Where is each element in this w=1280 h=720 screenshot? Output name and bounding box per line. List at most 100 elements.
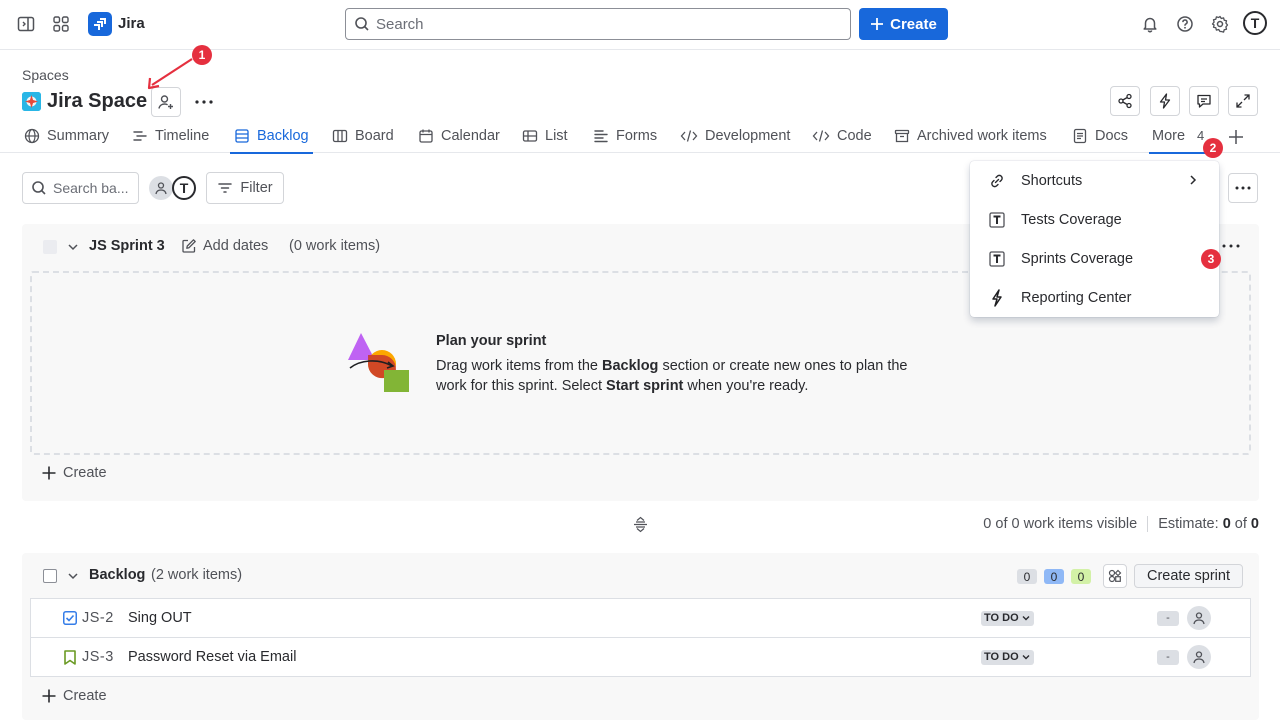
annotation-arrow — [140, 56, 200, 92]
menu-item-sprints-coverage[interactable]: Sprints Coverage — [970, 239, 1219, 278]
automation-button[interactable] — [1150, 86, 1180, 116]
feedback-button[interactable] — [1189, 86, 1219, 116]
todo-count-badge: 0 — [1017, 569, 1037, 584]
app-name[interactable]: Jira — [118, 15, 145, 32]
chevron-down-icon — [1021, 613, 1031, 623]
backlog-select-checkbox[interactable] — [43, 569, 57, 583]
app-switcher-icon[interactable] — [45, 8, 77, 40]
backlog-icon — [234, 128, 250, 144]
sprint-create-button[interactable]: Create — [41, 465, 107, 481]
tab-label: Summary — [47, 128, 110, 144]
docs-icon — [1072, 128, 1088, 144]
create-sprint-button[interactable]: Create sprint — [1134, 564, 1243, 588]
tab-backlog[interactable]: Backlog — [230, 128, 313, 154]
tab-forms[interactable]: Forms — [593, 128, 657, 153]
jira-logo-icon[interactable] — [88, 12, 112, 36]
resize-handle-icon[interactable] — [632, 516, 649, 533]
add-tab-plus-icon[interactable] — [1227, 128, 1245, 146]
filter-button[interactable]: Filter — [206, 172, 284, 204]
sprint-name[interactable]: JS Sprint 3 — [89, 238, 165, 254]
estimation-settings-button[interactable] — [1103, 564, 1127, 588]
tab-summary[interactable]: Summary — [24, 128, 109, 153]
help-icon[interactable] — [1169, 8, 1201, 40]
task-icon — [63, 611, 77, 625]
expand-icon — [1235, 93, 1251, 109]
plan-sprint-description: Drag work items from the Backlog section… — [436, 356, 936, 396]
share-icon — [1117, 93, 1133, 109]
table-row[interactable]: JS-3 Password Reset via Email TO DO - — [30, 637, 1251, 677]
fullscreen-button[interactable] — [1228, 86, 1258, 116]
tab-list[interactable]: List — [522, 128, 568, 153]
user-avatar-filter[interactable]: T — [172, 176, 196, 200]
space-title: Jira Space — [47, 90, 148, 112]
settings-gear-icon[interactable] — [1204, 8, 1236, 40]
create-button[interactable]: Create — [859, 8, 948, 40]
code-icon — [680, 128, 698, 144]
sprint-select-checkbox[interactable] — [43, 240, 57, 254]
lightning-app-icon — [988, 288, 1006, 307]
search-icon — [31, 180, 47, 196]
list-icon — [522, 128, 538, 144]
done-count-badge: 0 — [1071, 569, 1091, 584]
space-avatar-icon — [22, 92, 41, 111]
notifications-bell-icon[interactable] — [1134, 8, 1166, 40]
backlog-item-count: (2 work items) — [151, 567, 243, 583]
menu-item-shortcuts[interactable]: Shortcuts — [970, 161, 1219, 200]
chevron-down-icon[interactable] — [66, 240, 80, 254]
share-button[interactable] — [1110, 86, 1140, 116]
backlog-status-line: 0 of 0 work items visible Estimate: 0 of… — [983, 516, 1259, 532]
breadcrumb[interactable]: Spaces — [22, 67, 69, 83]
tab-label: Calendar — [441, 128, 500, 144]
plan-text-bold: Start sprint — [606, 378, 684, 394]
estimate-badge[interactable]: - — [1157, 610, 1179, 626]
annotation-badge-1: 1 — [192, 45, 212, 65]
tab-board[interactable]: Board — [332, 128, 394, 153]
estimate-badge[interactable]: - — [1157, 649, 1179, 665]
plus-icon — [870, 17, 884, 31]
tab-timeline[interactable]: Timeline — [132, 128, 209, 153]
menu-item-label: Reporting Center — [1021, 289, 1132, 306]
tab-code[interactable]: Code — [812, 128, 872, 153]
work-item-summary[interactable]: Password Reset via Email — [128, 649, 296, 665]
top-navigation: Jira Search Create T — [0, 0, 1280, 50]
plan-sprint-title: Plan your sprint — [436, 333, 547, 349]
backlog-create-button[interactable]: Create — [41, 688, 107, 704]
backlog-search-input[interactable]: Search ba... — [22, 172, 139, 204]
tab-calendar[interactable]: Calendar — [418, 128, 500, 153]
unassigned-avatar-filter[interactable] — [149, 176, 173, 200]
sidebar-toggle-icon[interactable] — [10, 8, 42, 40]
work-item-key[interactable]: JS-3 — [82, 649, 114, 665]
plus-icon — [41, 688, 57, 704]
filter-icon — [217, 180, 233, 196]
tab-archived-work-items[interactable]: Archived work items — [894, 128, 1047, 153]
table-row[interactable]: JS-2 Sing OUT TO DO - — [30, 598, 1251, 638]
tab-label: Archived work items — [917, 128, 1047, 144]
space-more-actions-icon[interactable] — [191, 92, 217, 112]
calendar-icon — [418, 128, 434, 144]
status-dropdown[interactable]: TO DO — [981, 610, 1034, 626]
tab-docs[interactable]: Docs — [1072, 128, 1128, 153]
estimate-done: 0 — [1222, 516, 1231, 532]
lightning-icon — [1157, 93, 1173, 109]
user-avatar[interactable]: T — [1243, 11, 1267, 35]
tab-development[interactable]: Development — [680, 128, 790, 153]
assignee-avatar[interactable] — [1187, 645, 1211, 669]
edit-pencil-icon — [181, 238, 197, 254]
chevron-down-icon[interactable] — [66, 569, 80, 583]
status-dropdown[interactable]: TO DO — [981, 649, 1034, 665]
tab-more[interactable]: More 4 — [1149, 128, 1208, 154]
work-item-key[interactable]: JS-2 — [82, 610, 114, 626]
feedback-icon — [1196, 93, 1212, 109]
global-search-input[interactable]: Search — [345, 8, 851, 40]
backlog-more-actions-button[interactable] — [1228, 173, 1258, 203]
sprint-more-actions-icon[interactable] — [1220, 241, 1242, 251]
assignee-avatar[interactable] — [1187, 606, 1211, 630]
plan-text-part: when you're ready. — [683, 378, 809, 394]
menu-item-label: Sprints Coverage — [1021, 250, 1134, 267]
estimate-summary: Estimate: 0 of 0 — [1158, 516, 1259, 532]
work-item-summary[interactable]: Sing OUT — [128, 610, 192, 626]
menu-item-tests-coverage[interactable]: Tests Coverage — [970, 200, 1219, 239]
code-icon — [812, 128, 830, 144]
menu-item-reporting-center[interactable]: Reporting Center — [970, 278, 1219, 317]
add-dates-button[interactable]: Add dates — [181, 238, 268, 254]
